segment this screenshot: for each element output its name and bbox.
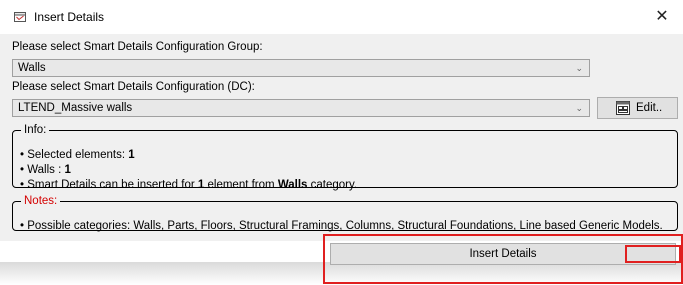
edit-button-label: Edit.. (636, 102, 663, 114)
config-value: LTEND_Massive walls (18, 102, 133, 114)
title-bar: Insert Details ✕ (0, 0, 683, 34)
chevron-down-icon: ⌄ (575, 103, 583, 113)
info-group: Info: • Selected elements: 1 • Walls : 1… (12, 124, 678, 191)
config-select[interactable]: LTEND_Massive walls ⌄ (12, 99, 590, 117)
insert-details-button[interactable]: Insert Details (330, 243, 676, 265)
footer-area (0, 262, 683, 285)
info-legend: Info: (24, 124, 47, 136)
notes-text: • Possible categories: Walls, Parts, Flo… (20, 220, 663, 232)
config-group-value: Walls (18, 62, 46, 74)
config-label: Please select Smart Details Configuratio… (12, 81, 255, 93)
insert-count: 1 (197, 179, 205, 191)
config-group-select[interactable]: Walls ⌄ (12, 59, 590, 77)
info-selected-line: • Selected elements: 1 (20, 149, 135, 161)
insert-details-icon (14, 12, 26, 22)
info-walls-line: • Walls : 1 (20, 164, 71, 176)
walls-count: 1 (64, 164, 71, 176)
close-button[interactable]: ✕ (651, 6, 673, 28)
edit-icon (616, 101, 630, 115)
selected-count: 1 (128, 149, 135, 161)
notes-group: Notes: • Possible categories: Walls, Par… (12, 195, 678, 232)
window-title: Insert Details (34, 10, 105, 24)
edit-button[interactable]: Edit.. (597, 97, 678, 119)
insert-category: Walls (277, 179, 308, 191)
chevron-down-icon: ⌄ (575, 63, 583, 73)
info-insert-line: • Smart Details can be inserted for 1 el… (20, 179, 358, 191)
notes-legend: Notes: (24, 195, 58, 207)
config-group-label: Please select Smart Details Configuratio… (12, 41, 263, 53)
